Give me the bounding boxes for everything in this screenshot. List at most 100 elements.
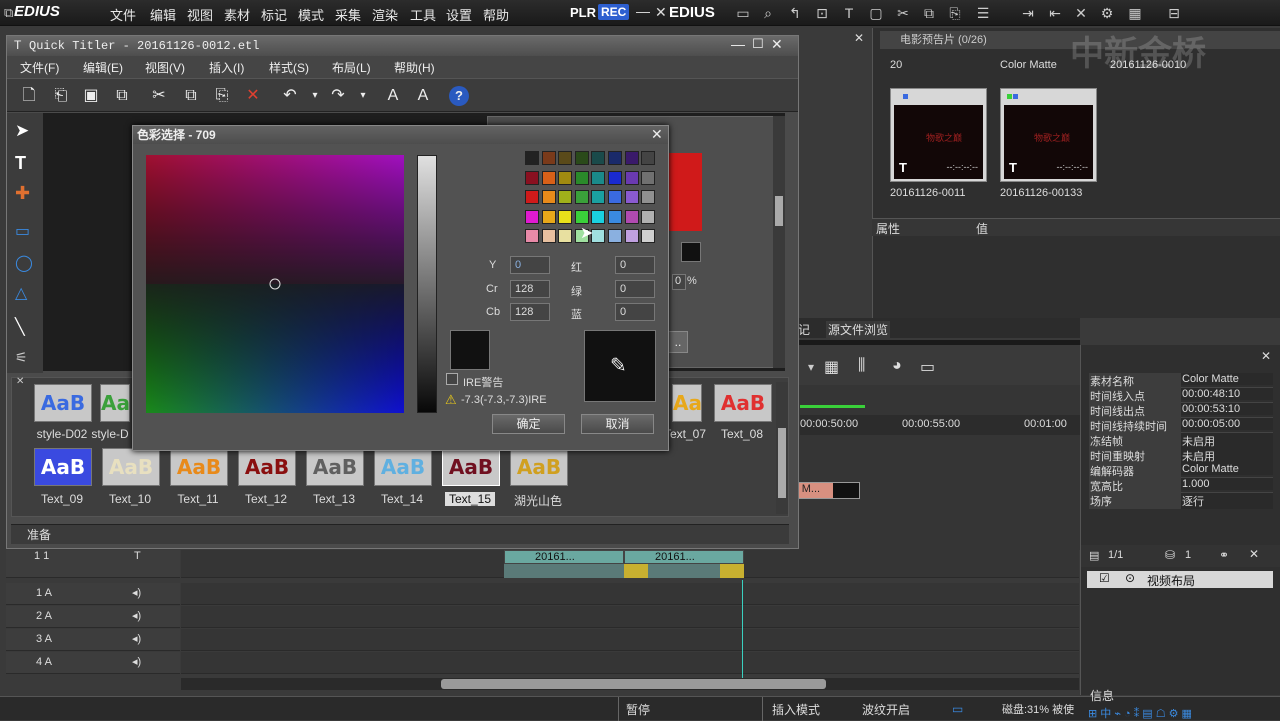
menu-style[interactable]: 样式(S) (269, 59, 309, 76)
more-button[interactable]: .. (668, 331, 688, 353)
text-tool-icon[interactable]: T (15, 153, 26, 174)
menu-file[interactable]: 文件(F) (20, 59, 59, 76)
palette-swatch[interactable] (641, 151, 656, 165)
timeline-clip[interactable]: 20161... (624, 550, 744, 564)
palette-swatch[interactable] (525, 190, 539, 204)
luminance-slider[interactable] (417, 155, 437, 413)
track-header[interactable]: 3 A ◂) (6, 629, 180, 651)
tab-source-browser[interactable]: 源文件浏览 (826, 321, 891, 338)
menu-edit[interactable]: 编辑(E) (83, 59, 123, 76)
palette-swatch[interactable] (608, 190, 622, 204)
style-swatch[interactable]: AaB (34, 384, 92, 422)
playhead[interactable] (742, 580, 743, 678)
ellipse-tool-icon[interactable]: ◯ (15, 253, 33, 273)
y-input[interactable]: 0 (510, 256, 550, 274)
palette-swatch[interactable] (525, 209, 539, 224)
palette-swatch[interactable] (608, 170, 622, 185)
copy-icon[interactable]: ⧉ (921, 5, 937, 21)
red-input[interactable]: 0 (615, 256, 655, 274)
import-icon[interactable]: ⇤ (1047, 5, 1063, 21)
cancel-button[interactable]: 取消 (581, 414, 654, 434)
properties-icon[interactable]: ⚙ (1099, 5, 1115, 21)
percent-input[interactable]: 0 (672, 274, 686, 290)
rectangle-tool-icon[interactable]: ▭ (15, 221, 30, 241)
palette-swatch[interactable] (591, 151, 606, 165)
monitor-icon[interactable]: ▭ (952, 702, 963, 716)
gallery-scrollbar[interactable] (776, 382, 788, 514)
close-icon[interactable]: ✕ (1261, 349, 1271, 363)
list-icon[interactable]: ☰ (975, 5, 991, 21)
style-swatch[interactable]: Aa (100, 384, 130, 422)
eyedropper-icon[interactable]: ✎ (610, 353, 627, 378)
save-as-icon[interactable]: ⧉ (112, 86, 132, 106)
insert-mode[interactable]: 插入模式 (772, 701, 820, 718)
line-tool-icon[interactable]: ╲ (15, 317, 25, 337)
palette-swatch[interactable] (574, 151, 589, 165)
new-icon[interactable]: 🗋 (19, 86, 39, 106)
color-swatch[interactable] (668, 153, 702, 231)
paste-icon[interactable]: ⎘ (212, 86, 232, 106)
palette-swatch[interactable] (641, 170, 656, 185)
speaker-icon[interactable]: ◂) (132, 609, 141, 622)
style-swatch[interactable]: AaB (306, 448, 364, 486)
rec-label[interactable]: REC (598, 4, 630, 20)
window-icon[interactable]: ▭ (920, 357, 935, 377)
palette-swatch[interactable] (608, 209, 622, 224)
palette-swatch[interactable] (541, 190, 556, 204)
track-header[interactable]: 2 A ◂) (6, 606, 180, 628)
menu-clip[interactable]: 素材 (224, 5, 250, 24)
palette-swatch[interactable] (624, 170, 639, 185)
crop-tool-icon[interactable]: ✚ (15, 183, 30, 204)
track-header[interactable]: 1 A ◂) (6, 583, 180, 605)
grid-icon[interactable]: ▦ (824, 357, 839, 377)
window-icon[interactable]: ⊟ (1166, 5, 1182, 21)
palette-swatch[interactable] (525, 170, 539, 185)
scrollbar-thumb[interactable] (441, 679, 826, 689)
palette-swatch[interactable] (525, 229, 539, 243)
palette-swatch[interactable] (608, 229, 622, 243)
palette-swatch[interactable] (624, 190, 639, 204)
undo-icon[interactable]: ↶ (280, 86, 300, 106)
palette-swatch[interactable] (558, 190, 573, 204)
settings-tool-icon[interactable]: ⚟ (15, 349, 28, 366)
minimize-icon[interactable]: — (636, 3, 650, 19)
palette-swatch[interactable] (541, 151, 556, 165)
palette-swatch[interactable] (525, 151, 539, 165)
cb-input[interactable]: 128 (510, 303, 550, 321)
palette-swatch[interactable] (558, 229, 573, 243)
style-swatch-selected[interactable]: AaB (442, 448, 500, 486)
scrollbar-thumb[interactable] (778, 428, 786, 498)
help-icon[interactable]: ? (449, 86, 469, 106)
dropdown-icon[interactable]: ▾ (808, 360, 814, 374)
track-header[interactable]: 1 1 T (6, 550, 180, 578)
transition-icon[interactable] (624, 564, 648, 578)
select-tool-icon[interactable]: ➤ (15, 121, 29, 141)
effect-icon[interactable]: ⚭ (1219, 548, 1229, 562)
paste-icon[interactable]: ⎘ (947, 5, 963, 21)
palette-swatch[interactable] (574, 190, 589, 204)
ime-toolbar[interactable]: ⊞ 中 ⌁ ◔ ⁑ ▤ ☖ ⚙ ▦ (1088, 705, 1192, 721)
timeline-scrollbar[interactable] (181, 678, 1079, 690)
color-swatch[interactable] (681, 242, 701, 262)
minimize-icon[interactable]: — (731, 36, 745, 52)
menu-view[interactable]: 视图 (187, 5, 213, 24)
menu-mode[interactable]: 模式 (298, 5, 324, 24)
palette-swatch[interactable] (591, 229, 606, 243)
tab-marker[interactable]: 记 (798, 321, 810, 338)
ripple-mode[interactable]: 波纹开启 (862, 701, 910, 718)
style-swatch[interactable]: AaB (510, 448, 568, 486)
bin-clip-thumbnail[interactable]: 物歌之巅 T --:--:--:-- (890, 88, 987, 182)
blue-input[interactable]: 0 (615, 303, 655, 321)
text-property-icon[interactable]: A (413, 86, 433, 106)
menu-marker[interactable]: 标记 (261, 5, 287, 24)
up-icon[interactable]: ↰ (787, 5, 803, 21)
close-icon[interactable]: ✕ (854, 31, 864, 45)
scrollbar-thumb[interactable] (775, 196, 783, 226)
layout-item[interactable]: ☑ ⊙ 视频布局 (1087, 571, 1273, 588)
search-icon[interactable]: ⌕ (760, 5, 776, 21)
delete-icon[interactable]: ✕ (1073, 5, 1089, 21)
plr-label[interactable]: PLR (570, 5, 596, 20)
delete-icon[interactable]: ✕ (1249, 547, 1259, 561)
speaker-icon[interactable]: ◂) (132, 632, 141, 645)
copy-icon[interactable]: ⧉ (181, 86, 201, 106)
